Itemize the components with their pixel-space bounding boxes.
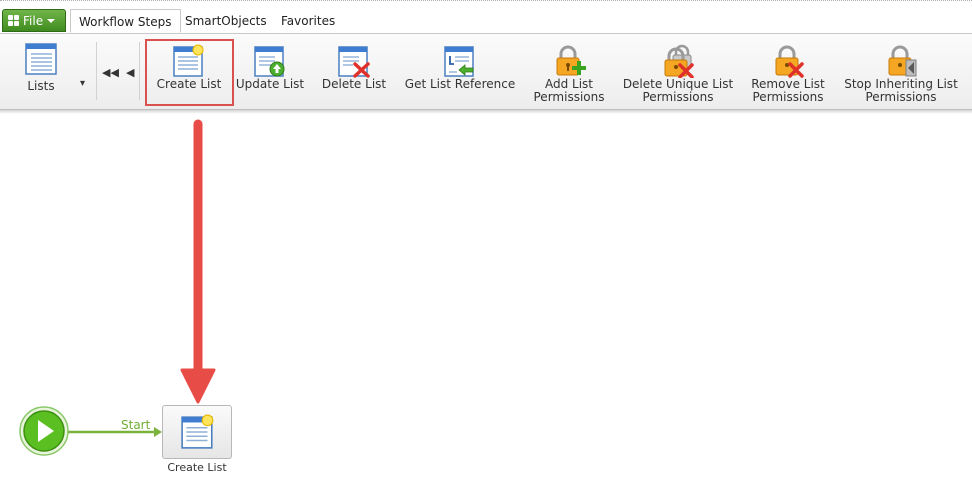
lists-button[interactable]: Lists	[12, 38, 70, 106]
start-node-icon[interactable]	[18, 405, 70, 457]
update-list-icon	[254, 46, 285, 77]
get-list-reference-button[interactable]: Get List Reference	[402, 38, 518, 106]
delete-list-button[interactable]: Delete List	[318, 38, 390, 106]
lists-label: Lists	[27, 79, 55, 93]
ribbon-shadow	[0, 110, 972, 114]
remove-list-permissions-label: Remove List Permissions	[746, 78, 830, 104]
apps-grid-icon	[8, 15, 19, 26]
padlock-remove-icon	[775, 45, 804, 78]
start-line-label: Start	[121, 418, 151, 432]
delete-list-label: Delete List	[321, 77, 387, 91]
delete-unique-list-permissions-button[interactable]: Delete Unique List Permissions	[620, 38, 736, 106]
padlock-add-icon	[556, 45, 586, 76]
tab-favorites[interactable]: Favorites	[273, 9, 343, 33]
remove-list-permissions-button[interactable]: Remove List Permissions	[746, 38, 830, 106]
create-list-node-icon	[181, 414, 214, 449]
stop-inheriting-list-permissions-button[interactable]: Stop Inheriting List Permissions	[840, 38, 962, 106]
file-menu-button[interactable]: File	[2, 9, 66, 32]
file-menu-label: File	[23, 13, 44, 28]
scroll-first-icon[interactable]: ◀◀	[102, 66, 119, 79]
scroll-prev-icon[interactable]: ◀	[126, 66, 134, 79]
window-top-border	[0, 0, 972, 6]
update-list-button[interactable]: Update List	[234, 38, 306, 106]
create-list-node[interactable]	[162, 405, 232, 459]
delete-unique-list-permissions-label: Delete Unique List Permissions	[620, 78, 736, 104]
add-list-permissions-button[interactable]: Add List Permissions	[530, 38, 608, 106]
stop-inheriting-line2: Permissions	[865, 90, 937, 104]
create-list-highlight-box	[145, 39, 234, 106]
add-list-permissions-label: Add List Permissions	[530, 78, 608, 104]
lists-dropdown-icon[interactable]: ▾	[80, 78, 85, 89]
list-icon	[25, 43, 57, 75]
ribbon-separator	[139, 42, 140, 100]
padlock-stop-inheriting-icon	[888, 45, 917, 77]
chevron-down-icon	[47, 18, 56, 23]
tab-workflow-steps[interactable]: Workflow Steps	[70, 9, 181, 33]
stop-inheriting-list-permissions-label: Stop Inheriting List Permissions	[840, 78, 962, 104]
add-list-permissions-line2: Permissions	[533, 90, 605, 104]
get-list-reference-icon	[444, 46, 474, 77]
get-list-reference-label: Get List Reference	[404, 77, 516, 91]
ribbon-separator	[96, 42, 97, 100]
remove-list-line2: Permissions	[752, 90, 824, 104]
delete-unique-line2: Permissions	[642, 90, 714, 104]
pointer-arrow	[180, 119, 216, 404]
padlock-delete-unique-icon	[664, 44, 694, 78]
create-list-node-label: Create List	[167, 461, 227, 474]
tab-bar: File Workflow Steps SmartObjects Favorit…	[0, 7, 972, 34]
tab-smartobjects[interactable]: SmartObjects	[177, 9, 275, 33]
delete-list-icon	[338, 46, 370, 78]
update-list-label: Update List	[235, 77, 305, 91]
